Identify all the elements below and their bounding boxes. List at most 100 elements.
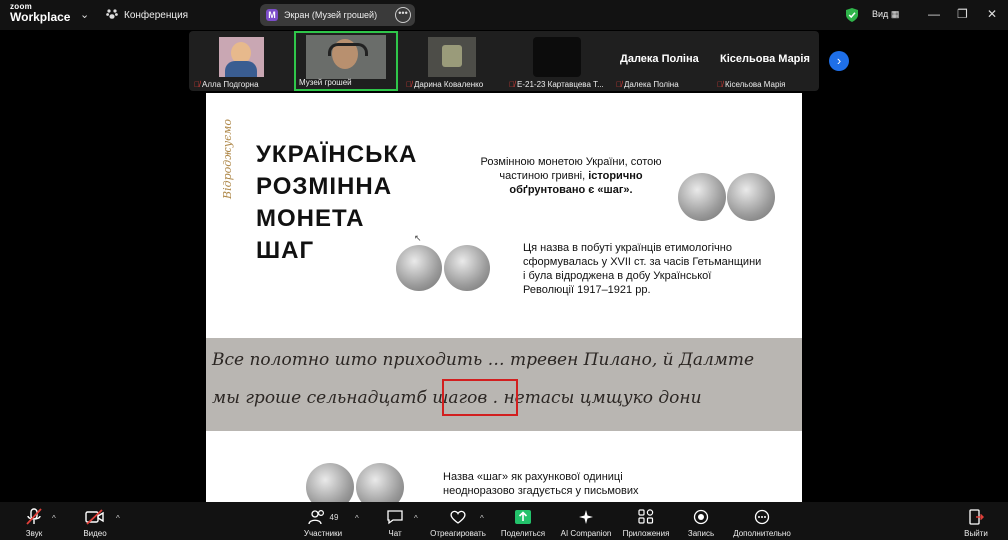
record-button[interactable]: Запись — [671, 502, 731, 538]
react-options-caret[interactable]: ^ — [480, 514, 484, 523]
leave-label: Выйти — [964, 529, 988, 538]
next-page-button[interactable]: › — [829, 51, 849, 71]
participant-name: Дарина Коваленко — [414, 80, 484, 89]
chevron-right-icon: › — [836, 53, 842, 68]
participant-tile[interactable]: Далека Поліна 🎙̸ Далека Поліна — [616, 31, 716, 91]
title-line: УКРАЇНСЬКА — [256, 141, 418, 168]
video-off-icon — [85, 509, 104, 525]
slide-title: УКРАЇНСЬКА РОЗМІННА МОНЕТА ШАГ — [256, 139, 417, 267]
more-button[interactable]: Дополнительно — [732, 502, 792, 538]
audio-options-caret[interactable]: ^ — [52, 514, 56, 523]
more-options-icon[interactable]: ••• — [395, 7, 411, 23]
coin-image — [727, 173, 775, 221]
logo-bottom: Workplace — [10, 10, 71, 24]
paw-icon — [106, 8, 118, 23]
close-button[interactable]: ✕ — [987, 7, 997, 21]
participant-name: Кісельова Марія — [725, 80, 786, 89]
chat-label: Чат — [388, 529, 402, 538]
video-thumbnail — [219, 37, 264, 77]
mic-muted-icon: 🎙̸ — [509, 80, 515, 89]
mic-muted-icon: 🎙̸ — [616, 80, 622, 89]
participants-label: Участники — [303, 529, 343, 538]
chat-options-caret[interactable]: ^ — [414, 514, 418, 523]
coin-image — [678, 173, 726, 221]
chevron-down-icon[interactable]: ⌄ — [80, 8, 89, 21]
participant-name: Е-21-23 Картавцева Т... — [517, 80, 604, 89]
participant-name: Далека Поліна — [624, 80, 679, 89]
participants-count: 49 — [329, 512, 339, 522]
apps-label: Приложения — [622, 529, 670, 538]
participant-display-name: Далека Поліна — [620, 53, 699, 65]
mouse-cursor-icon: ↖ — [414, 233, 422, 243]
record-label: Запись — [687, 529, 715, 538]
participants-options-caret[interactable]: ^ — [355, 514, 359, 523]
paragraph-etymology: Ця назва в побуті українців етимологічно… — [523, 242, 762, 296]
heart-icon — [450, 510, 466, 524]
chat-icon — [387, 510, 403, 525]
manuscript-image: Все полотно што приходить … тревен Пилан… — [206, 338, 802, 431]
screen-share-indicator[interactable]: M Экран (Музей грошей) ••• — [260, 4, 415, 26]
leave-button[interactable]: Выйти — [946, 502, 1006, 538]
share-screen-icon — [515, 510, 531, 524]
ai-companion-button[interactable]: AI Companion — [556, 502, 616, 538]
minimize-button[interactable]: — — [928, 7, 940, 21]
coin-image — [444, 245, 490, 291]
shield-icon[interactable] — [846, 8, 858, 27]
participant-strip: 🎙̸ Алла Подгорна Музей грошей 🎙̸ Дарина Ко… — [189, 31, 849, 91]
participant-tile[interactable]: 🎙̸ Е-21-23 Картавцева Т... — [507, 31, 612, 91]
sparkle-icon — [579, 510, 593, 524]
react-button[interactable]: Отреагировать — [428, 502, 488, 538]
share-button[interactable]: Поделиться — [493, 502, 553, 538]
coin-image — [356, 463, 404, 503]
video-thumbnail — [533, 37, 581, 77]
mic-muted-icon: 🎙̸ — [194, 80, 200, 89]
screen-owner-badge: M — [266, 9, 278, 21]
view-label: Вид — [872, 9, 889, 19]
title-line: РОЗМІННА — [256, 173, 393, 200]
participant-name: Алла Подгорна — [202, 80, 259, 89]
coin-image — [396, 245, 442, 291]
vertical-caption: Відроджуємо — [221, 119, 234, 199]
leave-icon — [969, 509, 984, 525]
mic-muted-icon: 🎙̸ — [717, 80, 723, 89]
share-label: Поделиться — [500, 529, 546, 538]
video-thumbnail — [306, 35, 386, 79]
meeting-toolbar: Звук ^ Видео ^ 49 Участники ^ Чат ^ Отре… — [0, 502, 1008, 540]
shared-screen: Відроджуємо УКРАЇНСЬКА РОЗМІННА МОНЕТА Ш… — [206, 93, 802, 503]
title-line: ШАГ — [256, 237, 315, 264]
paragraph-mentions: Назва «шаг» як рахункової одиниці неодно… — [443, 471, 639, 497]
grid-icon: ▦ — [890, 9, 900, 19]
headphones-icon — [328, 43, 368, 56]
more-label: Дополнительно — [733, 529, 791, 538]
coin-image — [306, 463, 354, 503]
participant-tile-active[interactable]: Музей грошей — [294, 31, 398, 91]
participants-button[interactable]: 49 Участники — [293, 502, 353, 538]
apps-icon — [638, 509, 654, 524]
maximize-button[interactable]: ❐ — [957, 7, 968, 21]
mic-muted-icon: 🎙̸ — [406, 80, 412, 89]
ai-companion-label: AI Companion — [560, 529, 612, 538]
paragraph-intro: Розмінною монетою України, сотою частино… — [466, 155, 676, 197]
video-thumbnail — [428, 37, 476, 77]
participants-icon — [307, 509, 324, 525]
view-menu[interactable]: Вид ▦ — [872, 9, 899, 20]
screen-share-title: Экран (Музей грошей) — [284, 10, 378, 20]
apps-button[interactable]: Приложения — [616, 502, 676, 538]
participant-tile[interactable]: 🎙̸ Дарина Коваленко — [403, 31, 503, 91]
title-line: МОНЕТА — [256, 205, 365, 232]
audio-label: Звук — [25, 529, 43, 538]
participant-tile[interactable]: 🎙̸ Алла Подгорна — [189, 31, 289, 91]
highlight-box — [442, 379, 518, 416]
conference-menu[interactable]: Конференция — [106, 8, 188, 23]
react-label: Отреагировать — [430, 529, 486, 538]
manuscript-line: Все полотно што приходить … тревен Пилан… — [212, 350, 755, 370]
record-icon — [693, 509, 709, 525]
conference-label: Конференция — [124, 10, 189, 21]
zoom-logo: zoom Workplace — [10, 3, 71, 24]
title-bar: zoom Workplace ⌄ Конференция M Экран (Му… — [0, 0, 1008, 30]
more-icon — [754, 509, 770, 525]
participant-display-name: Кісельова Марія — [720, 53, 810, 65]
video-options-caret[interactable]: ^ — [116, 514, 120, 523]
video-label: Видео — [83, 529, 107, 538]
participant-tile[interactable]: Кісельова Марія 🎙̸ Кісельова Марія — [717, 31, 817, 91]
